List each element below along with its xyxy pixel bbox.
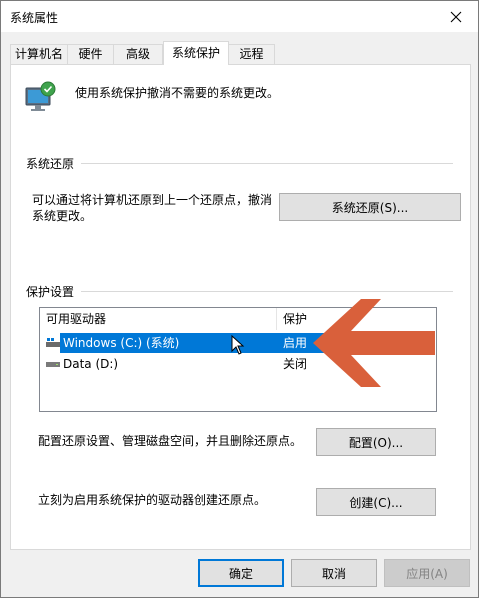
column-label: 保护 [283,312,308,326]
drive-name: Windows (C:) (系统) [63,336,180,350]
button-label: 应用(A) [406,566,448,581]
tab-label: 计算机名 [14,47,63,61]
tab-computer-name[interactable]: 计算机名 [10,44,68,64]
create-button[interactable]: 创建(C)... [316,488,436,516]
configure-description: 配置还原设置、管理磁盘空间，并且删除还原点。 [38,434,303,448]
system-protection-panel: 使用系统保护撤消不需要的系统更改。 系统还原 可以通过将计算机还原到上一个还原点… [10,64,471,550]
tab-label: 高级 [125,47,150,61]
window-title: 系统属性 [10,11,59,25]
tab-remote[interactable]: 远程 [228,44,275,64]
divider [81,163,453,164]
restore-description: 可以通过将计算机还原到上一个还原点，撤消系统更改。 [32,193,273,223]
apply-button[interactable]: 应用(A) [384,559,470,587]
mouse-cursor-icon [231,335,245,355]
ok-button[interactable]: 确定 [198,559,284,587]
button-label: 取消 [321,566,346,581]
system-properties-window: 系统属性 计算机名 硬件 高级 系统保护 远程 使用系统保护撤消不需要的系统更改… [0,0,479,598]
title-bar: 系统属性 [1,1,478,32]
drive-name: Data (D:) [63,357,119,371]
tab-label: 远程 [239,47,264,61]
system-protection-icon [25,81,56,111]
drive-icon [46,362,60,367]
tab-label: 系统保护 [171,46,220,60]
protection-settings-heading: 保护设置 [26,285,75,299]
configure-button[interactable]: 配置(O)... [316,428,436,456]
button-label: 系统还原(S)... [331,200,409,215]
divider [81,291,453,292]
system-restore-heading: 系统还原 [26,157,75,171]
close-icon [450,11,461,22]
tab-hardware[interactable]: 硬件 [67,44,114,64]
intro-text: 使用系统保护撤消不需要的系统更改。 [75,86,280,100]
column-label: 可用驱动器 [46,312,107,326]
column-header-drives[interactable]: 可用驱动器 [46,308,277,330]
close-button[interactable] [433,1,478,32]
windows-drive-icon [46,338,60,347]
annotation-arrow-icon [313,299,435,387]
create-description: 立刻为启用系统保护的驱动器创建还原点。 [38,493,267,507]
drive-status: 关闭 [283,357,308,371]
tab-label: 硬件 [78,47,103,61]
button-label: 创建(C)... [349,495,403,510]
tab-advanced[interactable]: 高级 [113,44,163,64]
button-label: 确定 [228,566,253,581]
system-restore-button[interactable]: 系统还原(S)... [279,193,461,221]
tab-system-protection[interactable]: 系统保护 [163,41,229,65]
cancel-button[interactable]: 取消 [291,559,377,587]
drive-status: 启用 [283,336,308,350]
button-label: 配置(O)... [348,435,404,450]
